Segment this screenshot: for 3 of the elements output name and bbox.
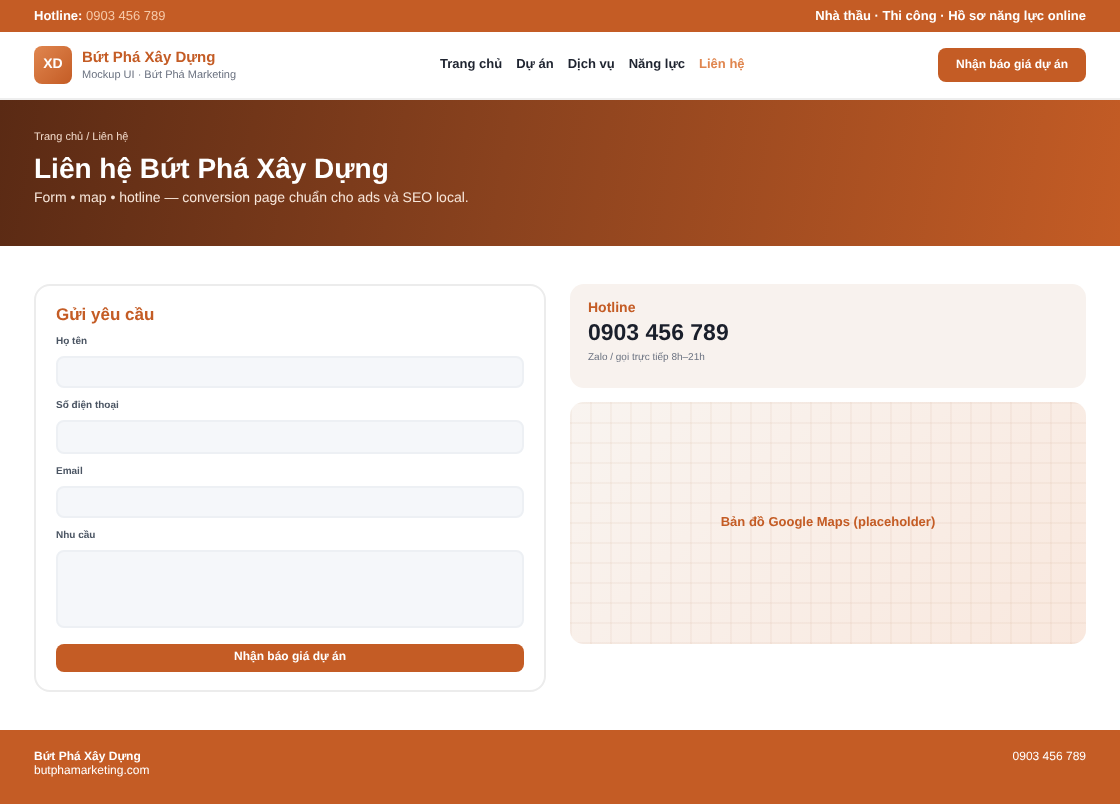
page-title: Liên hệ Bứt Phá Xây Dựng (34, 152, 391, 184)
hotline-number: 0903 456 789 (588, 322, 731, 346)
form-title: Gửi yêu cầu (56, 304, 157, 324)
